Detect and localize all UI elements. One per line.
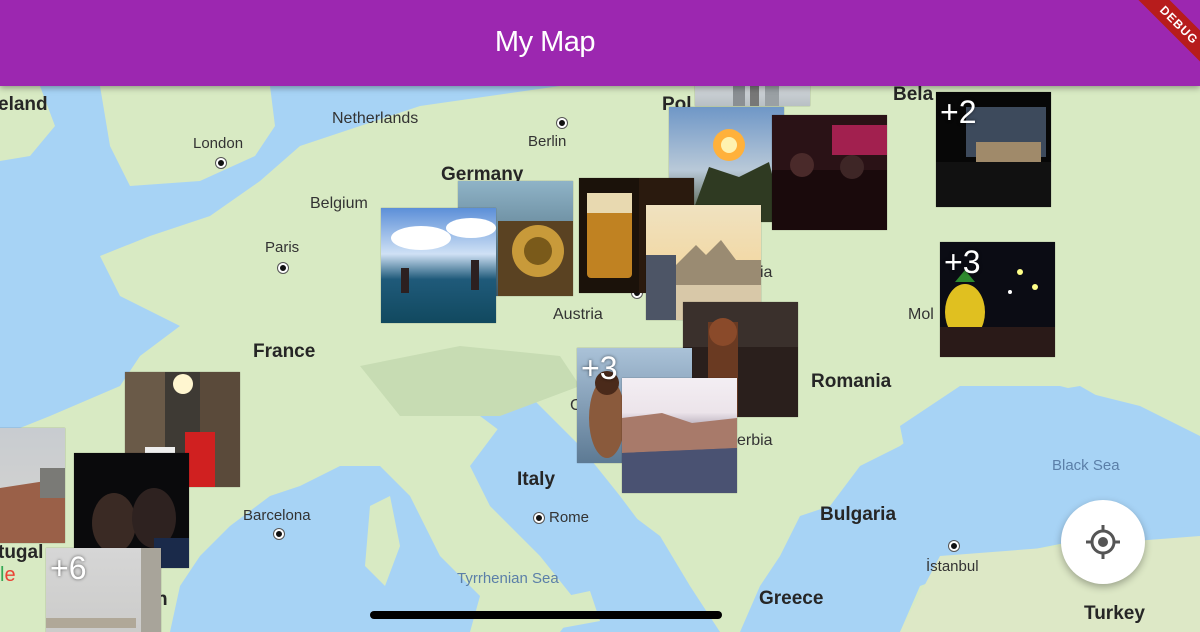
label-romania: Romania	[811, 371, 892, 392]
my-location-icon	[1086, 525, 1120, 559]
label-rome: Rome	[549, 509, 590, 526]
page-title: My Map	[494, 26, 596, 58]
photo-marker[interactable]	[622, 378, 737, 493]
label-serbia: erbia	[737, 432, 773, 449]
home-indicator[interactable]	[370, 611, 722, 619]
city-dot-rome	[534, 513, 544, 523]
city-dot-london	[216, 158, 226, 168]
app-bar: My Map	[0, 0, 1200, 86]
label-london: London	[193, 135, 244, 152]
city-dot-istanbul	[949, 541, 959, 551]
label-barcelona: Barcelona	[243, 507, 311, 524]
photo-count: +3	[581, 350, 618, 386]
label-austria: Austria	[553, 306, 603, 323]
map-view[interactable]: eland Netherlands Germany Belgium France…	[0, 86, 1200, 632]
photo-image	[733, 86, 779, 106]
city-dot-barcelona	[274, 529, 284, 539]
photo-marker[interactable]	[381, 208, 496, 323]
city-dot-berlin	[557, 118, 567, 128]
photo-marker[interactable]	[695, 86, 810, 106]
photo-marker[interactable]	[772, 115, 887, 230]
photo-image	[0, 468, 65, 543]
photo-count: +2	[940, 94, 977, 130]
label-tyrrhenian-sea: Tyrrhenian Sea	[457, 570, 559, 587]
label-slovakia: ia	[760, 264, 773, 281]
label-belarus: Bela	[893, 86, 934, 105]
my-location-button[interactable]	[1061, 500, 1145, 584]
label-black-sea: Black Sea	[1052, 457, 1120, 474]
label-istanbul: İstanbul	[926, 558, 979, 575]
photo-marker[interactable]: +3	[940, 242, 1055, 357]
city-dot-paris	[278, 263, 288, 273]
label-portugal: tugal	[0, 542, 44, 563]
label-france: France	[253, 341, 316, 362]
photo-image	[772, 125, 887, 230]
photo-count: +3	[944, 244, 981, 280]
photo-marker[interactable]	[0, 428, 65, 543]
label-greece: Greece	[759, 588, 824, 609]
photo-image	[622, 413, 737, 493]
photo-marker[interactable]: +2	[936, 92, 1051, 207]
label-turkey: Turkey	[1084, 603, 1145, 624]
label-italy: Italy	[517, 469, 556, 490]
label-paris: Paris	[265, 239, 300, 256]
label-bulgaria: Bulgaria	[820, 504, 897, 525]
label-ireland: eland	[0, 94, 48, 115]
google-attribution: le	[0, 564, 16, 586]
label-moldova: Mol	[908, 306, 934, 323]
photo-count: +6	[50, 550, 87, 586]
photo-marker[interactable]: +6	[46, 548, 161, 632]
label-berlin: Berlin	[528, 133, 567, 150]
label-netherlands: Netherlands	[332, 110, 419, 127]
photo-image	[391, 218, 496, 293]
label-belgium: Belgium	[310, 195, 368, 212]
